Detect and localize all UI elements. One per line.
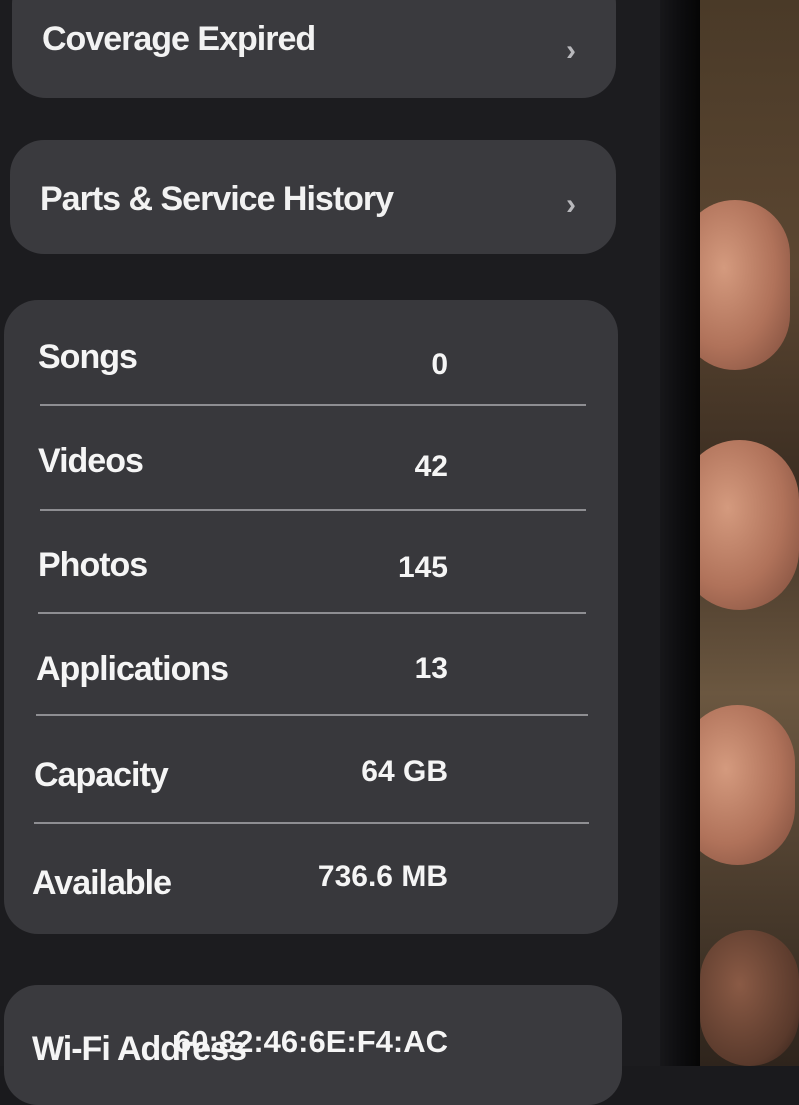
available-value: 736.6 MB bbox=[317, 860, 448, 893]
divider bbox=[34, 822, 589, 824]
divider bbox=[36, 714, 588, 716]
divider bbox=[38, 612, 586, 614]
coverage-expired-label: Coverage Expired bbox=[42, 20, 316, 58]
applications-value: 13 bbox=[414, 652, 448, 685]
photos-label: Photos bbox=[38, 546, 148, 584]
divider bbox=[40, 404, 586, 406]
divider bbox=[40, 509, 586, 511]
applications-label: Applications bbox=[36, 650, 229, 688]
songs-label: Songs bbox=[38, 338, 138, 376]
capacity-label: Capacity bbox=[34, 756, 169, 794]
available-label: Available bbox=[32, 864, 172, 902]
parts-service-history-label: Parts & Service History bbox=[40, 180, 394, 218]
songs-value: 0 bbox=[431, 348, 448, 381]
device-stats-card bbox=[4, 300, 618, 934]
capacity-value: 64 GB bbox=[361, 755, 448, 788]
chevron-right-icon: › bbox=[566, 188, 576, 221]
videos-value: 42 bbox=[414, 450, 448, 483]
videos-label: Videos bbox=[38, 442, 144, 480]
chevron-right-icon: › bbox=[566, 34, 576, 67]
photos-value: 145 bbox=[397, 551, 448, 584]
wifi-address-value: 60:82:46:6E:F4:AC bbox=[174, 1024, 448, 1059]
settings-about-screen: Coverage Expired › Parts & Service Histo… bbox=[0, 0, 660, 1105]
finger bbox=[700, 930, 799, 1066]
